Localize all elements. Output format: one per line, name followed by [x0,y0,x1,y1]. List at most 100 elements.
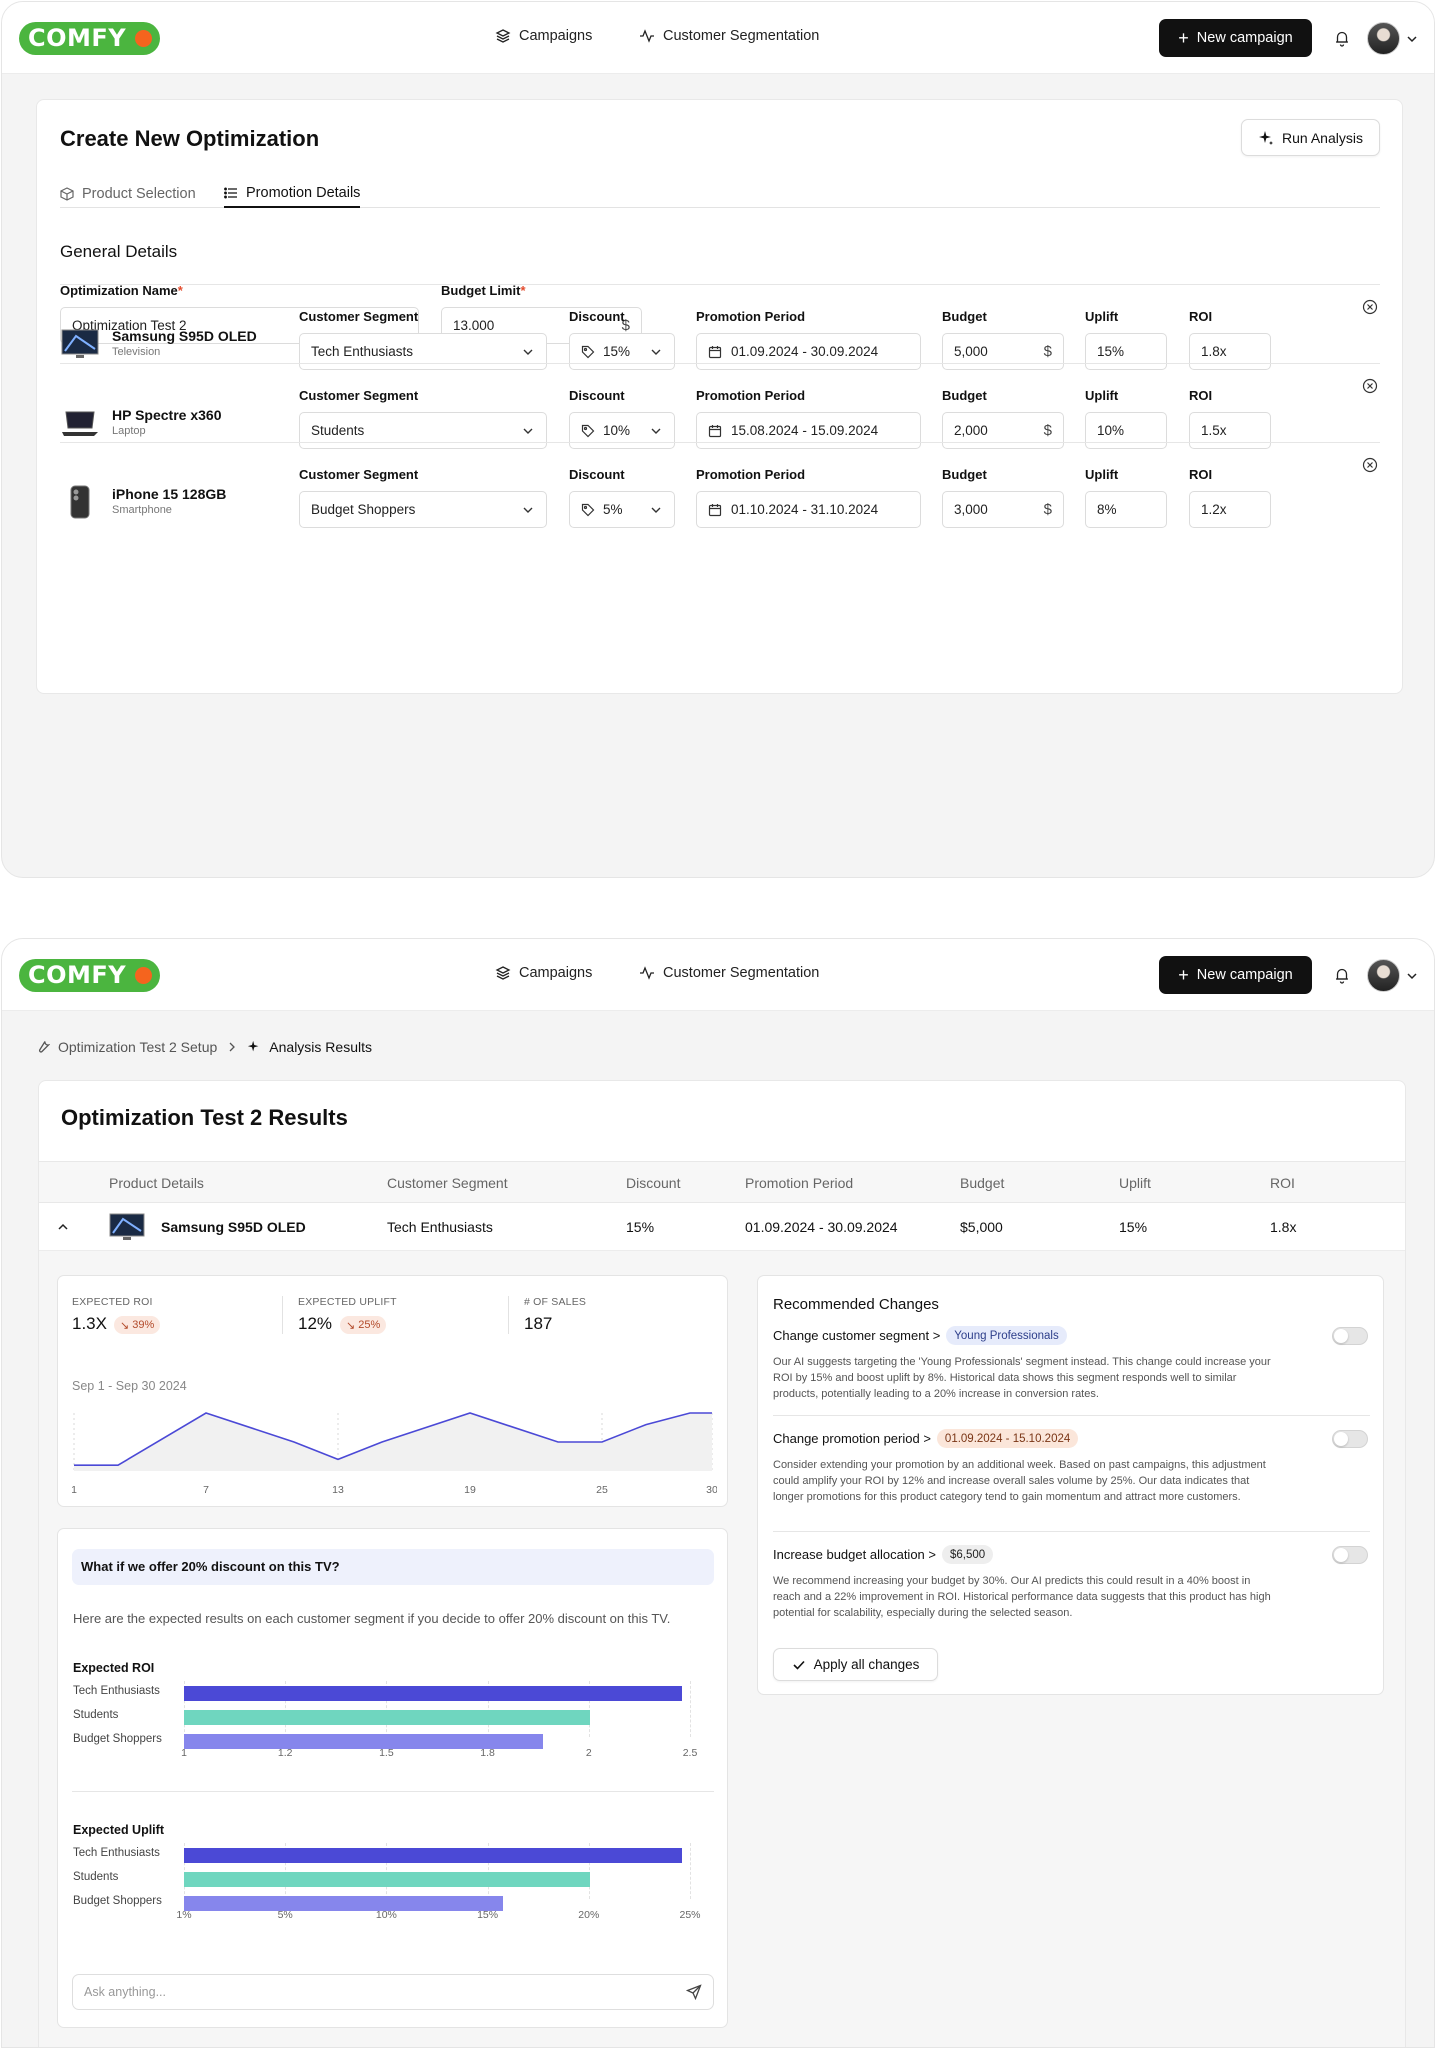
product-name-wrap: HP Spectre x360 [112,407,221,423]
bell-icon[interactable] [1333,29,1351,47]
roi-value: 1.5x [1201,423,1227,438]
product-name-wrap: Samsung S95D OLED [112,328,257,344]
results-table-header: Product Details Customer Segment Discoun… [39,1161,1405,1203]
new-campaign-button[interactable]: + New campaign [1159,956,1312,994]
kpi-roi-label: EXPECTED ROI [72,1296,153,1308]
chevron-up-icon[interactable] [57,1221,69,1233]
comfy-logo[interactable]: COMFY [19,22,160,55]
chevron-down-icon [523,428,533,434]
trend-area [74,1413,712,1471]
col-budget: Budget [960,1175,1005,1191]
budget-input[interactable]: 5,000 $ [942,333,1064,370]
col-product-details: Product Details [109,1175,204,1191]
divider [508,1296,509,1334]
top-navigation-bar: COMFY Campaigns Customer Segmentation + … [2,2,1434,74]
discount-select[interactable]: 15% [569,333,675,370]
chart-title: Expected Uplift [73,1823,164,1837]
customer-segment-select[interactable]: Students [299,412,547,449]
run-analysis-button[interactable]: Run Analysis [1241,119,1380,156]
column-label: Promotion Period [696,388,805,403]
nav-customer-segmentation[interactable]: Customer Segmentation [639,965,819,981]
logo-dot [135,30,152,47]
product-category: Smartphone [112,504,172,516]
recommendation-toggle[interactable] [1332,1327,1368,1345]
divider [773,1531,1370,1532]
bar-students [184,1710,591,1725]
calendar-icon [708,345,722,358]
recommendation-heading[interactable]: Change promotion period > 01.09.2024 - 15… [773,1429,1079,1448]
x-tick-label: 13 [332,1484,344,1496]
remove-product-icon[interactable] [1362,299,1378,315]
nav-customer-segmentation[interactable]: Customer Segmentation [639,28,819,44]
bar-budget-shoppers [184,1896,503,1911]
promotion-period-picker[interactable]: 01.09.2024 - 30.09.2024 [696,333,921,370]
uplift-input[interactable]: 8% [1085,491,1167,528]
apply-all-changes-label: Apply all changes [813,1657,920,1672]
logo-dot [135,967,152,984]
table-row[interactable]: Samsung S95D OLED Tech Enthusiasts 15% 0… [39,1203,1405,1251]
remove-product-icon[interactable] [1362,457,1378,473]
column-label: Budget [942,467,987,482]
nav-campaigns[interactable]: Campaigns [495,28,592,44]
apply-all-changes-button[interactable]: Apply all changes [773,1648,938,1681]
remove-product-icon[interactable] [1362,378,1378,394]
chevron-down-icon [523,349,533,355]
bell-icon[interactable] [1333,966,1351,984]
tab-product-selection[interactable]: Product Selection [60,180,196,208]
column-label: Discount [569,388,625,403]
uplift-input[interactable]: 10% [1085,412,1167,449]
customer-segment-select[interactable]: Tech Enthusiasts [299,333,547,370]
new-campaign-label: New campaign [1196,967,1293,983]
budget-value: 5,000 [954,344,988,359]
uplift-input[interactable]: 15% [1085,333,1167,370]
kpi-uplift-delta: ↘ 25% [340,1316,387,1334]
nav-campaigns-label: Campaigns [519,965,593,981]
recommendation-heading[interactable]: Increase budget allocation > $6,500 [773,1545,994,1564]
activity-icon [640,29,654,43]
discount-select[interactable]: 10% [569,412,675,449]
chevron-down-icon[interactable] [1406,970,1418,982]
bar-students [184,1872,591,1887]
tab-promotion-details[interactable]: Promotion Details [224,180,361,208]
budget-input[interactable]: 2,000 $ [942,412,1064,449]
send-icon[interactable] [686,1984,702,2000]
product-name: Samsung S95D OLED [112,328,257,344]
label-period: Promotion Period [696,388,806,403]
roi-input[interactable]: 1.8x [1189,333,1271,370]
bar-budget-shoppers [184,1734,543,1749]
promotion-period-picker[interactable]: 01.10.2024 - 31.10.2024 [696,491,921,528]
required-marker: * [520,283,526,298]
nav-campaigns-label: Campaigns [519,28,593,44]
nav-segmentation-label: Customer Segmentation [663,965,820,981]
user-avatar[interactable] [1367,22,1400,55]
roi-input[interactable]: 1.5x [1189,412,1271,449]
new-campaign-button[interactable]: + New campaign [1159,19,1312,57]
ask-anything-input[interactable]: Ask anything... [72,1974,714,2010]
product-name-wrap: iPhone 15 128GB [112,486,226,502]
promotion-period-picker[interactable]: 15.08.2024 - 15.09.2024 [696,412,921,449]
recommendation-toggle[interactable] [1332,1546,1368,1564]
layers-icon [495,966,511,980]
chevron-down-icon[interactable] [1406,33,1418,45]
comfy-logo[interactable]: COMFY [19,959,160,992]
nav-campaigns[interactable]: Campaigns [495,965,592,981]
row-uplift: 15% [1119,1219,1148,1235]
column-label: ROI [1189,388,1212,403]
discount-select[interactable]: 5% [569,491,675,528]
recommendation-toggle[interactable] [1332,1430,1368,1448]
segment-value: Budget Shoppers [311,502,416,517]
customer-segment-select[interactable]: Budget Shoppers [299,491,547,528]
roi-input[interactable]: 1.2x [1189,491,1271,528]
user-avatar[interactable] [1367,959,1400,992]
budget-input[interactable]: 3,000 $ [942,491,1064,528]
column-label: ROI [1189,309,1212,324]
label-roi: ROI [1189,467,1213,482]
recommendation-text: Consider extending your promotion by an … [773,1459,1266,1503]
breadcrumb-setup-link[interactable]: Optimization Test 2 Setup [58,1039,217,1055]
tab-bar: Product Selection Promotion Details [60,180,1380,208]
recommendation-heading[interactable]: Change customer segment > Young Professio… [773,1326,1067,1345]
x-tick-label: 2.5 [682,1747,698,1759]
calendar-icon [708,503,722,516]
discount-value: 15% [603,344,631,359]
column-label: Budget [942,309,987,324]
